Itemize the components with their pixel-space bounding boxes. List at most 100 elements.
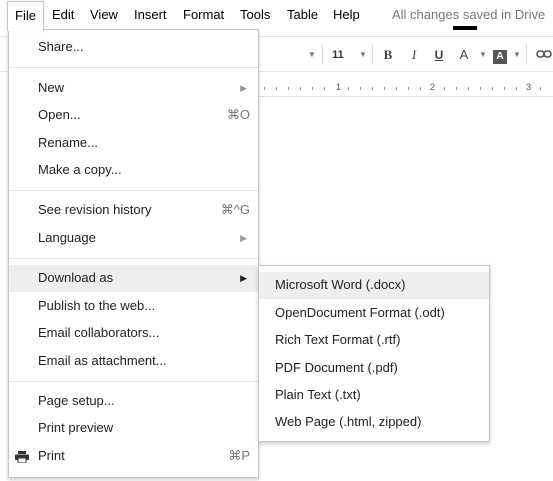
submenu-item-label: Web Page (.html, zipped) [275, 414, 422, 429]
menu-file[interactable]: File [7, 1, 44, 31]
font-size-value[interactable]: 11 [330, 46, 346, 64]
submenu-arrow-icon: ▶ [240, 83, 247, 93]
ruler-tick [408, 87, 409, 90]
ruler-tick [504, 87, 505, 90]
text-color-button[interactable]: A [456, 46, 472, 64]
menu-item-label: Download as [38, 270, 114, 285]
toolbar-divider [372, 44, 373, 64]
ruler-tick [348, 87, 349, 90]
ruler-tick [420, 87, 421, 90]
menu-item-print[interactable]: Print ⌘P [9, 443, 258, 470]
ruler-tick [480, 87, 481, 90]
submenu-arrow-icon: ▶ [240, 233, 247, 243]
download-odt[interactable]: OpenDocument Format (.odt) [259, 300, 489, 327]
download-rtf[interactable]: Rich Text Format (.rtf) [259, 327, 489, 354]
menu-item-language[interactable]: Language ▶ [9, 225, 258, 252]
menu-view[interactable]: View [90, 7, 118, 22]
save-status: All changes saved in Drive [392, 7, 546, 22]
menu-edit[interactable]: Edit [52, 7, 74, 22]
menu-item-label: Language [38, 230, 96, 245]
download-pdf[interactable]: PDF Document (.pdf) [259, 355, 489, 382]
menu-item-open[interactable]: Open... ⌘O [9, 102, 258, 129]
download-docx[interactable]: Microsoft Word (.docx) [259, 272, 489, 299]
text-color-indicator [453, 26, 477, 30]
menu-item-label: See revision history [38, 202, 152, 217]
ruler-tick [468, 87, 469, 90]
toolbar-divider [526, 44, 527, 64]
menu-item-revision-history[interactable]: See revision history ⌘^G [9, 197, 258, 224]
menu-help[interactable]: Help [333, 7, 360, 22]
shortcut-label: ⌘O [226, 107, 250, 122]
ruler-tick [516, 87, 517, 90]
ruler-tick [324, 87, 325, 90]
ruler-tick [264, 87, 265, 90]
menu-item-label: Print preview [38, 420, 114, 435]
printer-icon [15, 451, 29, 463]
menu-insert[interactable]: Insert [134, 7, 167, 22]
download-as-submenu: Microsoft Word (.docx) OpenDocument Form… [258, 265, 490, 442]
ruler-tick [396, 87, 397, 90]
ruler-number: 1 [336, 82, 342, 92]
menu-separator [9, 67, 258, 68]
shortcut-label: ⌘^G [220, 202, 250, 217]
ruler-number: 2 [430, 82, 436, 92]
highlight-color-button[interactable]: A [491, 46, 509, 64]
menu-separator [9, 381, 258, 382]
submenu-item-label: PDF Document (.pdf) [275, 360, 398, 375]
ruler-tick [288, 87, 289, 90]
bold-button[interactable]: B [381, 46, 395, 64]
ruler-tick [312, 87, 313, 90]
ruler-tick [444, 87, 445, 90]
menu-item-email-attachment[interactable]: Email as attachment... [9, 348, 258, 375]
shortcut-label: ⌘P [228, 448, 250, 463]
italic-button[interactable]: I [407, 46, 421, 64]
menu-format[interactable]: Format [183, 7, 224, 22]
submenu-item-label: OpenDocument Format (.odt) [275, 305, 445, 320]
ruler-tick [384, 87, 385, 90]
menu-item-publish-web[interactable]: Publish to the web... [9, 293, 258, 320]
menu-item-label: Open... [38, 107, 81, 122]
menu-item-label: Share... [38, 39, 84, 54]
menu-item-label: Email collaborators... [38, 325, 160, 340]
menu-item-print-preview[interactable]: Print preview [9, 415, 258, 442]
underline-button[interactable]: U [432, 46, 446, 64]
ruler-tick [492, 87, 493, 90]
ruler-tick [276, 87, 277, 90]
menu-item-page-setup[interactable]: Page setup... [9, 388, 258, 415]
menu-item-label: Make a copy... [38, 162, 122, 177]
text-color-caret-icon[interactable]: ▼ [478, 46, 488, 64]
menu-item-new[interactable]: New ▶ [9, 75, 258, 102]
menu-item-label: New [38, 80, 65, 95]
menu-item-label: Publish to the web... [38, 298, 156, 313]
download-txt[interactable]: Plain Text (.txt) [259, 382, 489, 409]
ruler-tick [360, 87, 361, 90]
submenu-arrow-icon: ▶ [240, 273, 247, 283]
menu-item-download-as[interactable]: Download as ▶ [9, 265, 258, 292]
ruler-number: 3 [526, 82, 532, 92]
toolbar-divider [322, 44, 323, 64]
menu-separator [9, 190, 258, 191]
ruler-tick [540, 87, 541, 90]
menu-item-label: Page setup... [38, 393, 115, 408]
highlight-caret-icon[interactable]: ▼ [512, 46, 522, 64]
menu-item-make-copy[interactable]: Make a copy... [9, 157, 258, 184]
file-menu: Share... New ▶ Open... ⌘O Rename... Make… [8, 29, 259, 478]
menu-separator [9, 258, 258, 259]
ruler-tick [372, 87, 373, 90]
menu-item-share[interactable]: Share... [9, 34, 258, 61]
menu-item-email-collaborators[interactable]: Email collaborators... [9, 320, 258, 347]
link-icon[interactable] [535, 46, 553, 64]
menu-item-rename[interactable]: Rename... [9, 130, 258, 157]
submenu-item-label: Microsoft Word (.docx) [275, 277, 406, 292]
font-size-caret-icon[interactable]: ▼ [358, 46, 368, 64]
menu-table[interactable]: Table [287, 7, 318, 22]
ruler-tick [456, 87, 457, 90]
menu-item-label: Print [38, 448, 65, 463]
download-html-zipped[interactable]: Web Page (.html, zipped) [259, 409, 489, 436]
ruler-tick [300, 87, 301, 90]
menu-tools[interactable]: Tools [240, 7, 270, 22]
font-dropdown-caret-icon[interactable]: ▼ [307, 46, 317, 64]
ruler: 1 2 3 [258, 80, 553, 97]
menu-item-label: Rename... [38, 135, 98, 150]
submenu-item-label: Plain Text (.txt) [275, 387, 361, 402]
